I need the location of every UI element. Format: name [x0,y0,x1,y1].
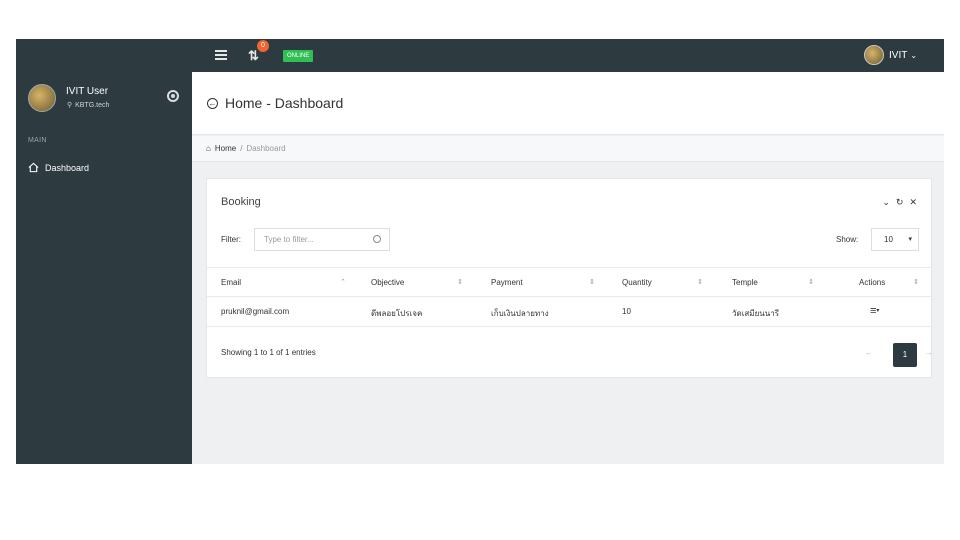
refresh-icon[interactable]: ↻ [896,197,904,207]
column-header-temple[interactable]: Temple [732,278,758,287]
panel-tools: ⌄ ↻ ✕ [876,197,917,208]
filter-label: Filter: [221,235,241,244]
hamburger-menu-icon[interactable] [215,50,227,60]
user-menu-label: IVIT [889,50,908,61]
pagination: ← 1 → [865,343,933,367]
user-avatar[interactable] [864,45,884,65]
page-size-select[interactable]: 10 ▾ [871,228,919,251]
cell-quantity: 10 [622,307,631,316]
sidebar-location-text: KBTG.tech [75,102,110,109]
filter-input[interactable] [254,228,390,251]
sidebar-section-label: MAIN [28,137,47,144]
table-row: pruknil@gmail.com ดีพลอยโปรเจค เก็บเงินป… [207,297,931,327]
app-window: ⇅ 0 ONLINE IVIT ⌄ IVIT User ⚲ KBTG.tech MA… [16,39,944,464]
search-icon [373,235,381,243]
notification-badge: 0 [257,40,269,52]
home-outline-icon [28,162,39,173]
sort-icon[interactable]: ⇕ [697,278,703,286]
back-arrow-icon[interactable]: ← [207,98,218,109]
pagination-page-1[interactable]: 1 [893,343,917,367]
dropdown-caret-icon: ▾ [908,236,912,243]
column-header-actions[interactable]: Actions [859,278,885,287]
show-label: Show: [836,235,859,244]
cell-email: pruknil@gmail.com [221,307,290,316]
cell-payment: เก็บเงินปลายทาง [491,309,549,318]
top-navbar: ⇅ 0 ONLINE IVIT ⌄ [16,39,944,72]
pagination-prev-icon[interactable]: ← [865,348,873,357]
column-header-payment[interactable]: Payment [491,278,523,287]
breadcrumb-separator: / [240,144,243,153]
sidebar-avatar [28,84,56,112]
sort-icon[interactable]: ⇕ [808,278,814,286]
page-title: Home - Dashboard [225,95,344,111]
pagination-next-icon[interactable]: → [925,348,933,357]
sidebar-user-name: IVIT User [66,86,109,97]
sidebar: IVIT User ⚲ KBTG.tech MAIN Dashboard [16,72,192,464]
column-header-objective[interactable]: Objective [371,278,404,287]
home-icon: ⌂ [206,144,211,153]
column-header-email[interactable]: Email [221,278,241,287]
online-status-badge: ONLINE [283,50,314,62]
booking-panel: Booking ⌄ ↻ ✕ Filter: Show: 10 ▾ Email ⌃ Ob… [206,178,933,378]
sort-icon[interactable]: ⇕ [457,278,463,286]
location-pin-icon: ⚲ [67,102,73,109]
collapse-chevron-icon[interactable]: ⌄ [882,197,890,207]
panel-title: Booking [221,196,261,208]
sort-asc-icon[interactable]: ⌃ [340,278,346,286]
cell-objective: ดีพลอยโปรเจค [371,309,423,318]
breadcrumb-current: Dashboard [246,144,286,153]
chevron-down-icon: ⌄ [910,51,918,60]
sidebar-user-location: ⚲ KBTG.tech [67,101,109,109]
table-header: Email ⌃ Objective ⇕ Payment ⇕ Quantity ⇕… [207,267,931,297]
sort-icon[interactable]: ⇕ [589,278,595,286]
cell-temple: วัดเสมียนนารี [732,309,779,318]
breadcrumb-home-link[interactable]: Home [215,144,236,153]
column-header-quantity[interactable]: Quantity [622,278,652,287]
page-header: ← Home - Dashboard [192,72,944,135]
breadcrumb: ⌂ Home / Dashboard [192,136,944,162]
page-size-value: 10 [884,235,893,244]
sidebar-item-label: Dashboard [45,163,90,173]
table-info: Showing 1 to 1 of 1 entries [221,348,316,357]
user-menu[interactable]: IVIT ⌄ [889,49,917,62]
sort-icon[interactable]: ⇕ [913,278,919,286]
settings-gear-icon[interactable] [167,90,179,102]
close-icon[interactable]: ✕ [909,197,917,207]
sidebar-item-dashboard[interactable]: Dashboard [28,161,178,175]
row-actions-menu-icon[interactable]: ≡▾ [870,305,879,317]
